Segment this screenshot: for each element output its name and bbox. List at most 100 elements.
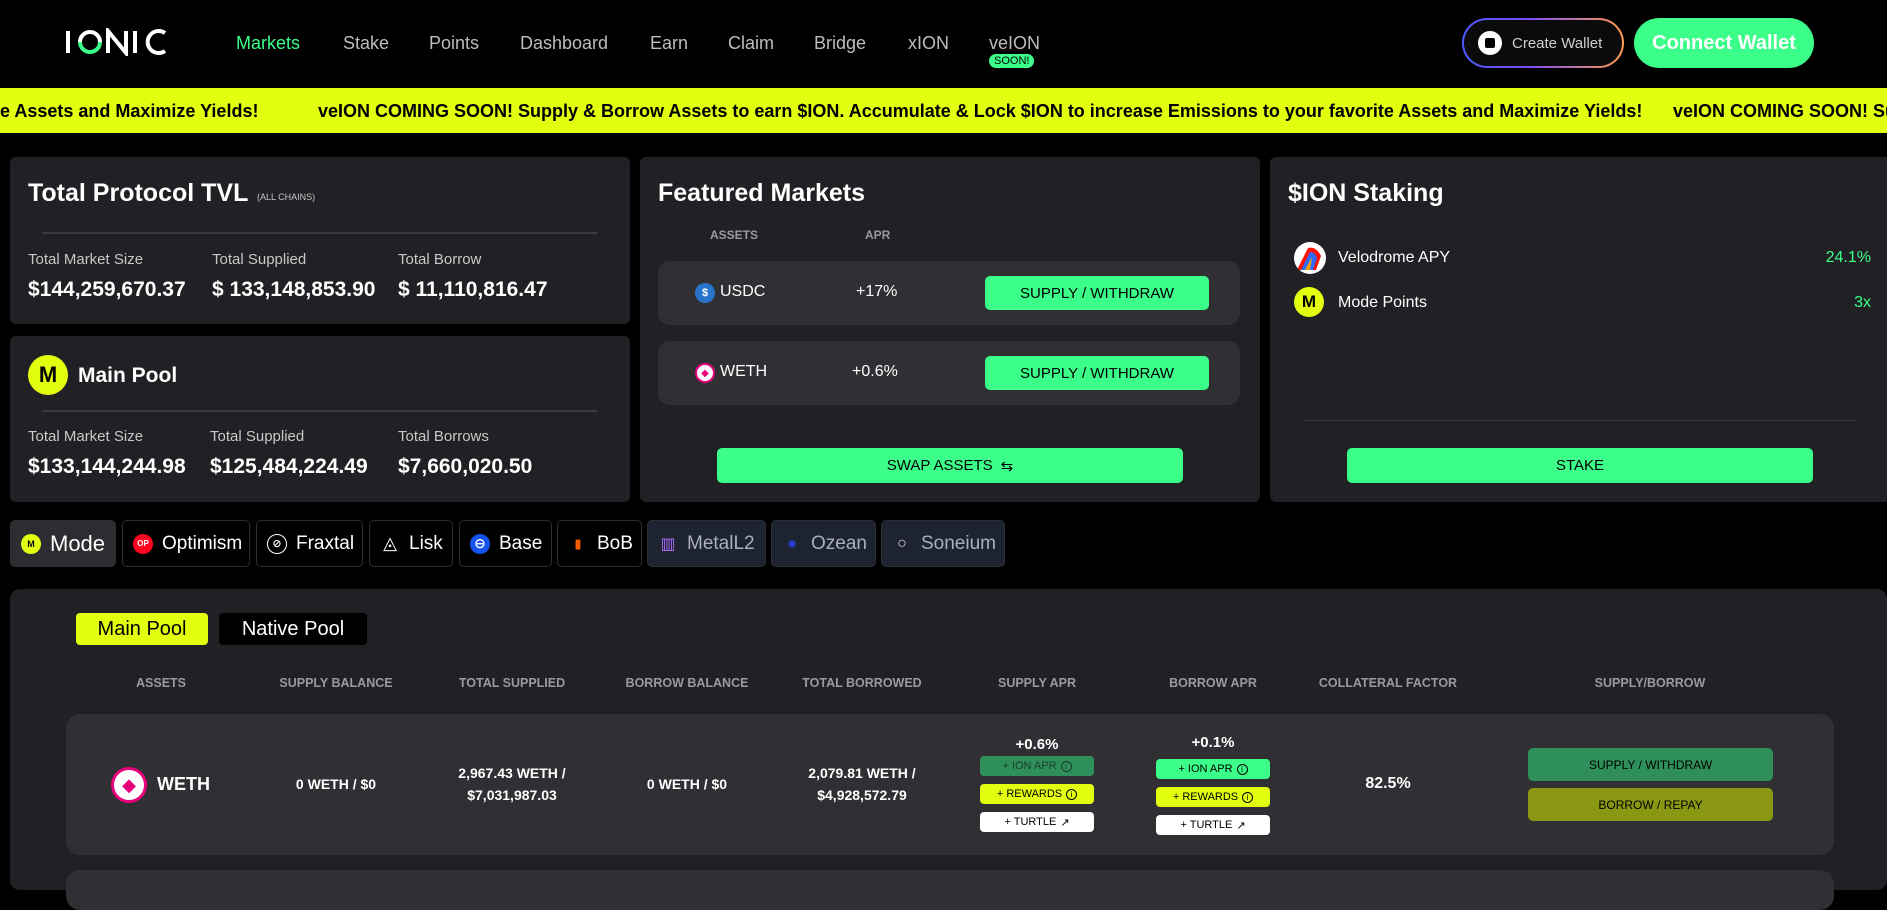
nav-claim[interactable]: Claim [728, 33, 774, 54]
chain-label: Lisk [409, 532, 443, 554]
chain-tab-bob[interactable]: ▮ BoB [557, 520, 642, 567]
chain-tab-fraxtal[interactable]: ⊘ Fraxtal [256, 520, 363, 567]
tvl-borrow-label: Total Borrow [398, 251, 482, 268]
nav-xion[interactable]: xION [908, 33, 949, 54]
borrow-turtle-pill[interactable]: + TURTLE ↗ [1156, 815, 1270, 835]
tvl-supplied-value: $ 133,148,853.90 [212, 278, 376, 301]
chain-tab-base[interactable]: ⊖ Base [459, 520, 552, 567]
soon-badge: SOON! [989, 54, 1035, 68]
pool-market-size-label: Total Market Size [28, 428, 144, 445]
swap-assets-label: SWAP ASSETS [886, 457, 993, 474]
nav-bridge[interactable]: Bridge [814, 33, 866, 54]
chain-label: Ozean [811, 532, 867, 554]
supply-rewards-pill[interactable]: + REWARDS i [980, 784, 1094, 804]
ticker-text: veION COMING SOON! Supply & Borrow Asset… [318, 101, 1643, 121]
supply-withdraw-button[interactable]: SUPPLY / WITHDRAW [1528, 748, 1773, 781]
mode-m-icon: M [1294, 287, 1324, 317]
chain-label: Soneium [921, 532, 996, 554]
col-assets: ASSETS [710, 228, 759, 242]
ion-staking-card: $ION Staking Velodrome APY 24.1% M Mode … [1270, 157, 1887, 502]
pool-supplied-value: $125,484,224.49 [210, 455, 368, 478]
supply-withdraw-button[interactable]: SUPPLY / WITHDRAW [985, 356, 1209, 390]
tab-native-pool[interactable]: Native Pool [219, 613, 367, 645]
row-total-supplied-usd: $7,031,987.03 [467, 787, 557, 803]
mode-chain-icon: M [21, 533, 41, 554]
tvl-title: Total Protocol TVL [28, 179, 249, 207]
featured-markets-card: Featured Markets ASSETS APR $ USDC +17% … [640, 157, 1260, 502]
row-supply-apr: +0.6% [1015, 736, 1059, 753]
featured-title: Featured Markets [658, 179, 866, 207]
create-wallet-label: Create Wallet [1512, 34, 1603, 52]
asset-apr: +17% [856, 283, 898, 300]
ionic-logo[interactable] [66, 26, 166, 58]
col-apr: APR [865, 228, 891, 242]
lisk-icon: ◬ [383, 533, 397, 553]
info-icon: i [1236, 763, 1248, 775]
row-collateral-factor: 82.5% [1365, 775, 1411, 792]
tab-main-pool[interactable]: Main Pool [76, 613, 208, 645]
pool-borrows-label: Total Borrows [398, 428, 489, 445]
mode-points-label: Mode Points [1338, 294, 1427, 311]
chain-tab-ozean[interactable]: ● Ozean [771, 520, 876, 567]
ticker-text: veION COMING SOON! Su [1673, 101, 1887, 121]
connect-wallet-button[interactable]: Connect Wallet [1634, 18, 1814, 68]
pill-label: + REWARDS [996, 788, 1063, 800]
nav-markets[interactable]: Markets [236, 33, 300, 54]
th-supply-borrow: SUPPLY/BORROW [1594, 676, 1706, 690]
th-borrow-apr: BORROW APR [1169, 676, 1257, 690]
supply-ion-apr-pill[interactable]: + ION APR i [980, 756, 1094, 776]
swap-arrows-icon: ⇆ [1000, 457, 1014, 475]
info-icon: i [1060, 760, 1072, 772]
usdc-icon: $ [695, 283, 715, 303]
pill-label: + TURTLE [1180, 819, 1233, 831]
tvl-market-size-value: $144,259,670.37 [28, 278, 186, 301]
create-wallet-button[interactable]: Create Wallet [1462, 18, 1624, 68]
divider [1303, 420, 1857, 421]
divider [43, 232, 597, 234]
supply-withdraw-button[interactable]: SUPPLY / WITHDRAW [985, 276, 1209, 310]
nav-dashboard[interactable]: Dashboard [520, 33, 608, 54]
mode-points-value: 3x [1854, 294, 1871, 311]
velodrome-apy-label: Velodrome APY [1338, 249, 1451, 266]
weth-icon: ◆ [695, 363, 715, 383]
chain-label: MetalL2 [687, 532, 755, 554]
stake-button[interactable]: STAKE [1347, 448, 1813, 483]
table-row[interactable] [66, 870, 1834, 910]
th-total-borrowed: TOTAL BORROWED [802, 676, 922, 690]
base-icon: ⊖ [470, 533, 490, 554]
pool-market-size-value: $133,144,244.98 [28, 455, 186, 478]
supply-turtle-pill[interactable]: + TURTLE ↗ [980, 812, 1094, 832]
th-assets: ASSETS [135, 676, 187, 690]
fraxtal-icon: ⊘ [267, 533, 287, 554]
ticker-text: e Assets and Maximize Yields! [0, 101, 259, 121]
info-icon: i [1242, 791, 1254, 803]
th-total-supplied: TOTAL SUPPLIED [458, 676, 566, 690]
pill-label: + TURTLE [1004, 816, 1057, 828]
mode-m-icon: M [28, 355, 68, 395]
chain-tab-metall2[interactable]: ▥ MetalL2 [647, 520, 766, 567]
th-supply-apr: SUPPLY APR [997, 676, 1077, 690]
row-total-borrowed-amount: 2,079.81 WETH / [808, 765, 916, 781]
nav-veion[interactable]: veION [989, 33, 1040, 54]
nav-points[interactable]: Points [429, 33, 479, 54]
tvl-market-size-label: Total Market Size [28, 251, 144, 268]
chain-tab-soneium[interactable]: ○ Soneium [881, 520, 1005, 567]
chain-label: Optimism [162, 532, 243, 554]
pool-supplied-label: Total Supplied [210, 428, 305, 445]
featured-row-weth: ◆ WETH +0.6% SUPPLY / WITHDRAW [658, 341, 1240, 405]
borrow-repay-button[interactable]: BORROW / REPAY [1528, 788, 1773, 821]
asset-apr: +0.6% [852, 363, 898, 380]
ozean-icon: ● [786, 533, 798, 553]
nav-earn[interactable]: Earn [650, 33, 688, 54]
external-link-icon: ↗ [1236, 819, 1246, 832]
chain-tab-mode[interactable]: M Mode [10, 520, 116, 567]
wallet-icon [1478, 31, 1502, 55]
top-header: Markets Stake Points Dashboard Earn Clai… [0, 0, 1887, 88]
featured-row-usdc: $ USDC +17% SUPPLY / WITHDRAW [658, 261, 1240, 325]
borrow-ion-apr-pill[interactable]: + ION APR i [1156, 759, 1270, 779]
swap-assets-button[interactable]: SWAP ASSETS ⇆ [717, 448, 1183, 483]
chain-tab-lisk[interactable]: ◬ Lisk [369, 520, 453, 567]
chain-tab-optimism[interactable]: OP Optimism [122, 520, 250, 567]
borrow-rewards-pill[interactable]: + REWARDS i [1156, 787, 1270, 807]
nav-stake[interactable]: Stake [343, 33, 389, 54]
